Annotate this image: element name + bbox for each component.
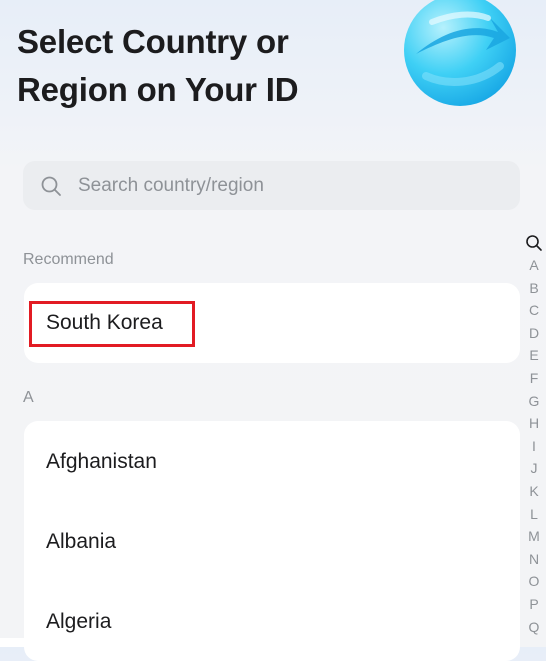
index-letter[interactable]: M bbox=[524, 525, 544, 548]
index-letter[interactable]: N bbox=[524, 548, 544, 571]
search-icon bbox=[41, 176, 61, 196]
index-letter[interactable]: G bbox=[524, 390, 544, 413]
index-search-icon[interactable] bbox=[525, 234, 543, 252]
index-letter[interactable]: P bbox=[524, 593, 544, 616]
search-input[interactable] bbox=[78, 161, 498, 210]
index-letter[interactable]: C bbox=[524, 299, 544, 322]
list-item-afghanistan[interactable]: Afghanistan bbox=[46, 450, 157, 474]
index-letter[interactable]: F bbox=[524, 367, 544, 390]
list-item-albania[interactable]: Albania bbox=[46, 530, 116, 554]
page-title: Select Country or Region on Your ID bbox=[17, 23, 299, 108]
section-label-a: A bbox=[23, 389, 34, 406]
index-letter[interactable]: J bbox=[524, 457, 544, 480]
list-item-south-korea[interactable]: South Korea bbox=[46, 311, 163, 335]
country-list-a: Afghanistan Albania Algeria bbox=[24, 421, 520, 661]
bottom-bar bbox=[0, 638, 320, 647]
index-letter[interactable]: I bbox=[524, 435, 544, 458]
list-item-algeria[interactable]: Algeria bbox=[46, 610, 111, 634]
index-letter[interactable]: O bbox=[524, 570, 544, 593]
recommend-list: South Korea bbox=[24, 283, 520, 363]
search-bar[interactable] bbox=[23, 161, 520, 210]
section-label-recommend: Recommend bbox=[23, 251, 114, 268]
index-letter[interactable]: K bbox=[524, 480, 544, 503]
index-letter[interactable]: D bbox=[524, 322, 544, 345]
index-letter[interactable]: H bbox=[524, 412, 544, 435]
index-letter[interactable]: B bbox=[524, 277, 544, 300]
alphabet-index[interactable]: A B C D E F G H I J K L M N O P Q bbox=[524, 234, 544, 638]
index-letter[interactable]: Q bbox=[524, 616, 544, 639]
index-letter[interactable]: A bbox=[524, 254, 544, 277]
index-letter[interactable]: E bbox=[524, 344, 544, 367]
index-letter[interactable]: L bbox=[524, 503, 544, 526]
globe-logo-icon bbox=[404, 0, 516, 106]
